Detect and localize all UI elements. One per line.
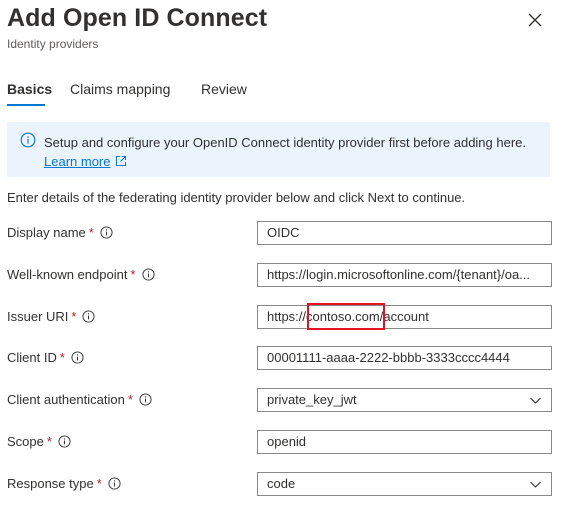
client-authentication-select[interactable]: private_key_jwt — [257, 388, 552, 412]
help-info-icon[interactable] — [58, 435, 71, 448]
issuer-uri-label-text: Issuer URI — [7, 309, 69, 324]
required-marker: * — [71, 309, 77, 324]
client-authentication-label: Client authentication * — [7, 392, 152, 407]
required-marker: * — [130, 267, 136, 282]
issuer-uri-input[interactable]: https://contoso.com/account — [257, 305, 552, 329]
response-type-label-text: Response type — [7, 476, 94, 491]
client-authentication-label-text: Client authentication — [7, 392, 125, 407]
response-type-select[interactable]: code — [257, 472, 552, 496]
display-name-input[interactable]: OIDC — [257, 221, 552, 245]
display-name-label-text: Display name — [7, 225, 86, 240]
learn-more-label: Learn more — [44, 154, 111, 169]
help-info-icon[interactable] — [141, 268, 155, 281]
scope-input[interactable]: openid — [257, 430, 552, 454]
tab-basics[interactable]: Basics — [7, 81, 52, 97]
issuer-uri-label: Issuer URI * — [7, 309, 96, 324]
chevron-down-icon — [530, 397, 541, 404]
required-marker: * — [46, 434, 52, 449]
response-type-value: code — [267, 476, 296, 491]
client-id-input[interactable]: 00001111-aaaa-2222-bbbb-3333cccc4444 — [257, 346, 552, 370]
well-known-endpoint-label: Well-known endpoint * — [7, 267, 155, 282]
banner-text: Setup and configure your OpenID Connect … — [44, 135, 527, 150]
tab-review[interactable]: Review — [201, 81, 247, 97]
required-marker: * — [88, 225, 94, 240]
close-icon[interactable] — [526, 11, 544, 29]
form-intro: Enter details of the federating identity… — [7, 190, 466, 205]
client-authentication-value: private_key_jwt — [267, 392, 357, 407]
display-name-label: Display name * — [7, 225, 113, 240]
help-info-icon[interactable] — [100, 226, 113, 239]
banner-message: Setup and configure your OpenID Connect … — [44, 133, 539, 171]
response-type-label: Response type * — [7, 476, 121, 491]
help-info-icon[interactable] — [139, 393, 152, 406]
client-id-label: Client ID * — [7, 350, 84, 365]
well-known-endpoint-label-text: Well-known endpoint — [7, 267, 128, 282]
info-banner: Setup and configure your OpenID Connect … — [7, 122, 550, 177]
well-known-endpoint-input[interactable]: https://login.microsoftonline.com/{tenan… — [257, 263, 552, 287]
required-marker: * — [59, 350, 65, 365]
page-title: Add Open ID Connect — [7, 4, 268, 32]
external-link-icon[interactable] — [115, 155, 127, 167]
help-info-icon[interactable] — [82, 310, 96, 323]
scope-label: Scope * — [7, 434, 71, 449]
learn-more-link[interactable]: Learn more — [44, 154, 110, 169]
info-icon — [20, 132, 36, 148]
scope-label-text: Scope — [7, 434, 44, 449]
tab-claims-mapping[interactable]: Claims mapping — [70, 81, 170, 97]
active-tab-indicator — [7, 104, 45, 106]
help-info-icon[interactable] — [108, 477, 121, 490]
page-subtitle: Identity providers — [7, 37, 99, 51]
help-info-icon[interactable] — [71, 351, 84, 364]
required-marker: * — [96, 476, 102, 491]
required-marker: * — [127, 392, 133, 407]
client-id-label-text: Client ID — [7, 350, 57, 365]
chevron-down-icon — [530, 481, 541, 488]
